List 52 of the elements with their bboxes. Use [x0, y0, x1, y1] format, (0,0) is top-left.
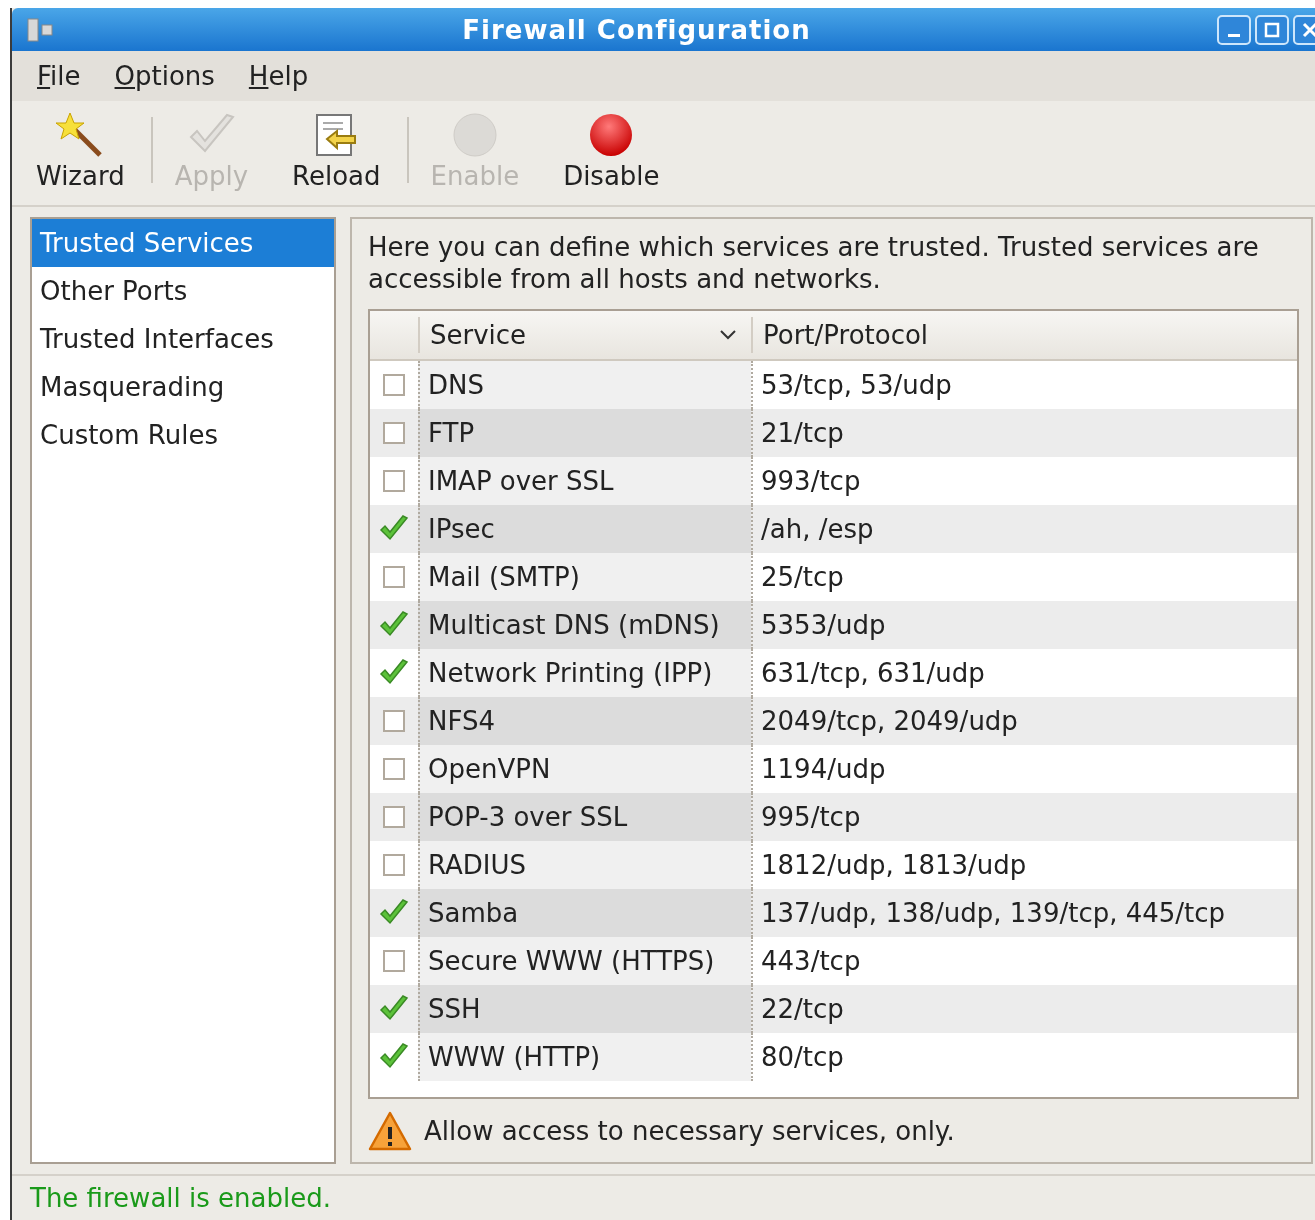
app-icon	[26, 16, 56, 43]
column-header[interactable]: Service	[418, 317, 751, 353]
sort-chevron-icon	[719, 329, 737, 341]
table-cell: WWW (HTTP)	[418, 1033, 751, 1081]
table-cell: DNS	[418, 361, 751, 409]
toolbar-button[interactable]: Wizard	[36, 113, 125, 191]
sidebar-item[interactable]: Trusted Services	[32, 219, 334, 267]
checkbox[interactable]	[383, 470, 405, 492]
checkbox[interactable]	[383, 374, 405, 396]
table-cell: Samba	[418, 889, 751, 937]
sidebar-item[interactable]: Trusted Interfaces	[32, 315, 334, 363]
checkbox[interactable]	[383, 566, 405, 588]
warning-icon	[368, 1110, 412, 1151]
menu-item[interactable]: Options	[114, 61, 215, 91]
table-cell: IMAP over SSL	[418, 457, 751, 505]
table-cell: SSH	[418, 985, 751, 1033]
table-cell: OpenVPN	[418, 745, 751, 793]
checkbox[interactable]	[383, 710, 405, 732]
table-cell: 80/tcp	[751, 1033, 1297, 1081]
ball-icon	[588, 113, 635, 157]
toolbar-button[interactable]: Disable	[563, 113, 660, 191]
column-header[interactable]: Port/Protocol	[751, 317, 1297, 353]
checkbox[interactable]	[383, 422, 405, 444]
menu-item[interactable]: File	[37, 61, 81, 91]
table-cell: Multicast DNS (mDNS)	[418, 601, 751, 649]
sidebar-item[interactable]: Other Ports	[32, 267, 334, 315]
table-cell: Mail (SMTP)	[418, 553, 751, 601]
maximize-icon	[1264, 21, 1280, 38]
table-cell: POP-3 over SSL	[418, 793, 751, 841]
minimize-button[interactable]	[1217, 14, 1251, 45]
warning-text: Allow access to necessary services, only.	[424, 1115, 955, 1146]
description-text: Here you can define which services are trusted. Trusted services are accessible from all hosts and networks.	[368, 231, 1260, 295]
table-cell: Secure WWW (HTTPS)	[418, 937, 751, 985]
checkbox[interactable]	[383, 806, 405, 828]
checkbox[interactable]	[383, 950, 405, 972]
table-cell: RADIUS	[418, 841, 751, 889]
table-cell: FTP	[418, 409, 751, 457]
checkbox[interactable]	[383, 758, 405, 780]
sidebar-item[interactable]: Masquerading	[32, 363, 334, 411]
toolbar-button[interactable]: Reload	[292, 113, 381, 191]
table-cell: NFS4	[418, 697, 751, 745]
minimize-icon	[1228, 34, 1240, 37]
close-icon	[1302, 21, 1315, 38]
sidebar-item[interactable]: Custom Rules	[32, 411, 334, 459]
table-cell: IPsec	[418, 505, 751, 553]
table-cell: Network Printing (IPP)	[418, 649, 751, 697]
checkbox[interactable]	[383, 854, 405, 876]
window-title: Firewall Configuration	[461, 14, 812, 45]
maximize-button[interactable]	[1255, 14, 1289, 45]
disabled-ball-icon	[451, 113, 498, 157]
status-text: The firewall is enabled.	[30, 1183, 331, 1213]
menu-item[interactable]: Help	[248, 61, 309, 91]
